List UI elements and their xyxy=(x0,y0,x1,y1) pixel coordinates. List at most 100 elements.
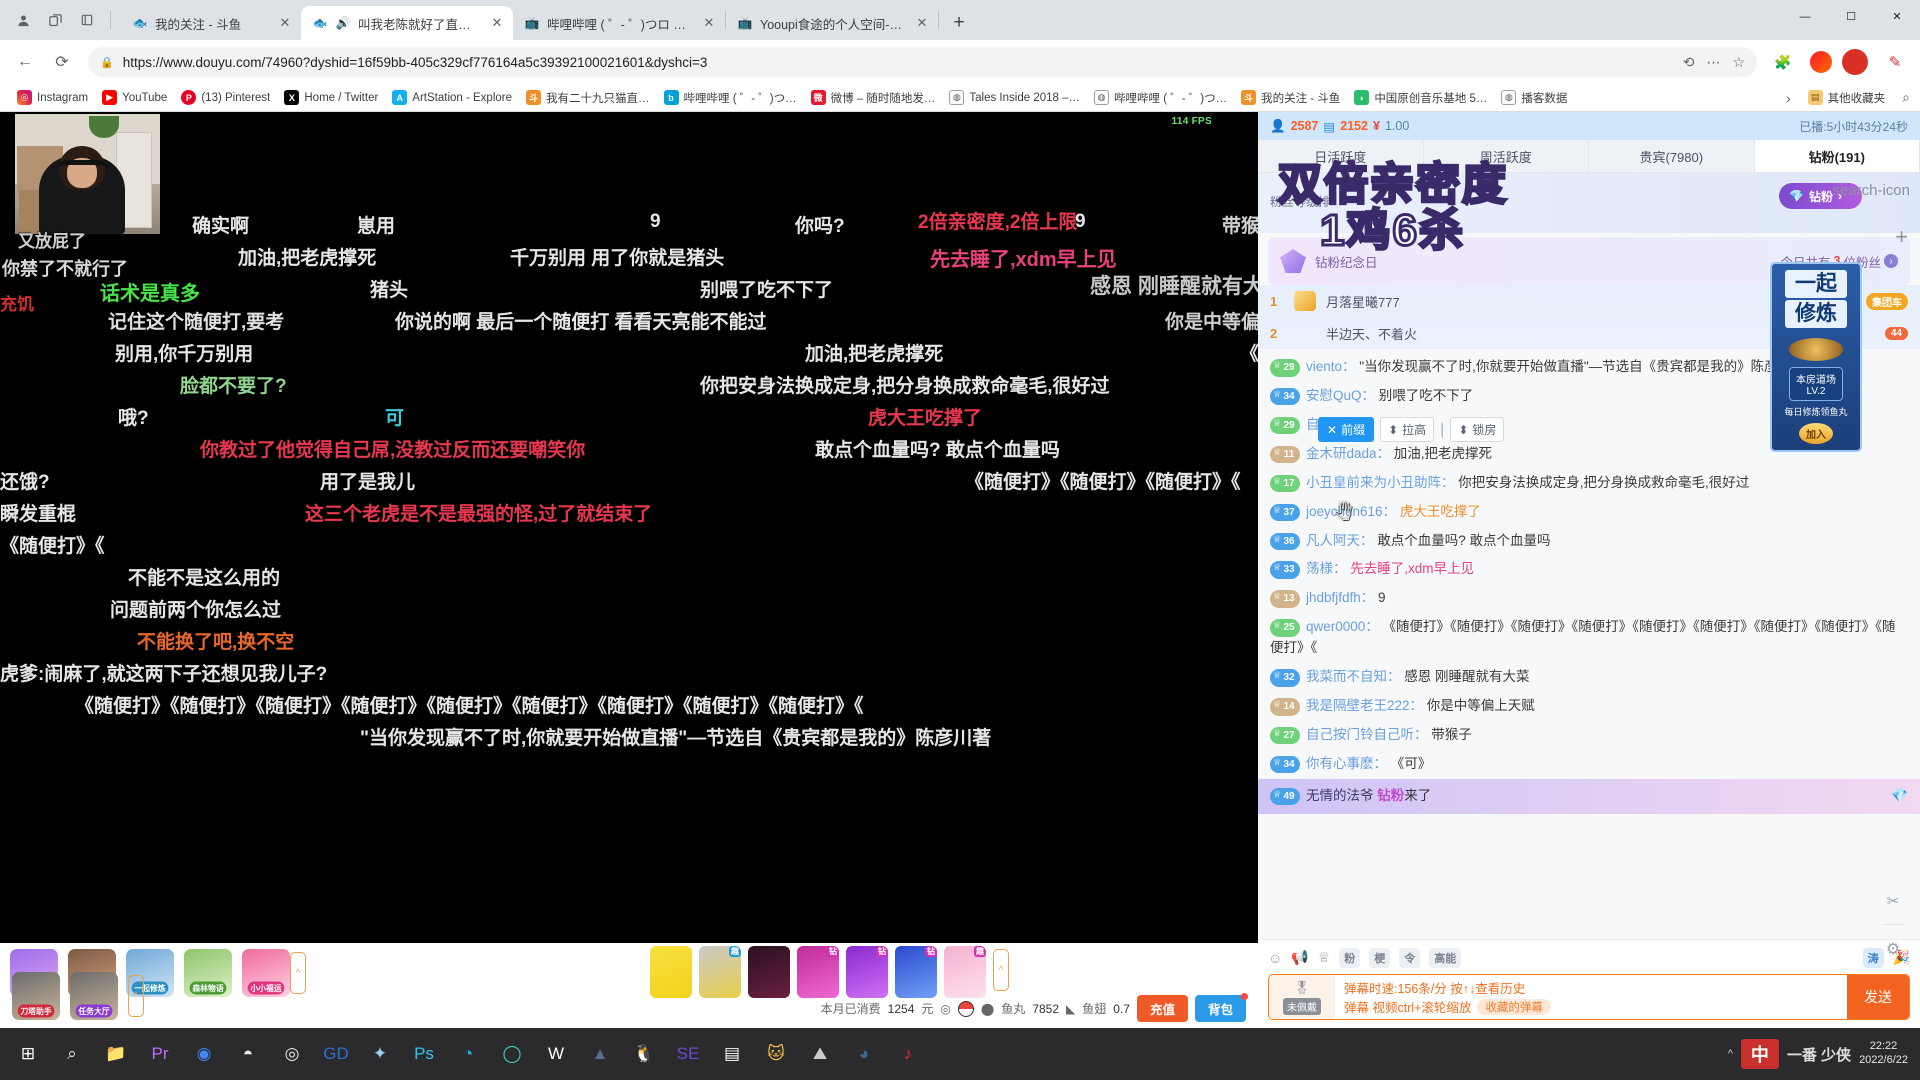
gd-app-icon[interactable]: GD xyxy=(314,1032,358,1076)
tab-3[interactable]: 📺 Yooupi食途的个人空间-Yooupi食 ✕ xyxy=(726,6,938,40)
qq-icon[interactable]: 🐧 xyxy=(622,1032,666,1076)
tab-0[interactable]: 🐟 我的关注 - 斗鱼 ✕ xyxy=(121,6,301,40)
chat-username[interactable]: 金木研dada： xyxy=(1306,446,1390,461)
translate-icon[interactable]: ⟲ xyxy=(1683,54,1695,71)
search-icon[interactable]: ⌕ xyxy=(1902,89,1910,106)
meme-chip[interactable]: 梗 xyxy=(1369,947,1391,968)
tab-close-icon[interactable]: ✕ xyxy=(914,15,930,31)
chat-input-row[interactable]: 🎖 未佩戴 弹幕时速:156条/分 按↑↓查看历史 弹幕 视频ctrl+滚轮缩放… xyxy=(1268,974,1910,1020)
wps-office-icon[interactable]: W xyxy=(534,1032,578,1076)
notepad-icon[interactable]: ▤ xyxy=(710,1032,754,1076)
gift-item[interactable]: 钻 xyxy=(895,946,937,998)
bookmark-item[interactable]: X Home / Twitter xyxy=(277,87,385,108)
close-button[interactable]: ✕ xyxy=(1874,0,1920,33)
bookmark-star-icon[interactable]: ☆ xyxy=(1732,54,1745,71)
tab-1[interactable]: 🐟 🔊 叫我老陈就好了直播_叫我老… ✕ xyxy=(301,6,513,40)
tab-close-icon[interactable]: ✕ xyxy=(489,15,505,31)
taskbar-clock[interactable]: 22:22 2022/6/22 xyxy=(1859,1040,1908,1068)
tab-close-icon[interactable]: ✕ xyxy=(701,15,717,31)
promo-card[interactable]: 一起 修炼 本房道场 LV.2 每日修炼领鱼丸 加入 xyxy=(1770,262,1862,452)
yellow-cat-icon[interactable]: 🐱 xyxy=(754,1032,798,1076)
fan-badge-selector[interactable]: 🎖 未佩戴 xyxy=(1269,975,1335,1019)
prefix-button[interactable]: ✕ 前缀 xyxy=(1318,417,1375,442)
new-tab-button[interactable]: + xyxy=(945,9,973,37)
chat-message[interactable]: 13 jhdbfjfdfh： 9 xyxy=(1258,584,1920,613)
chat-message[interactable]: 36 凡人阿天： 敢点个血量吗? 敢点个血量吗 xyxy=(1258,527,1920,556)
chat-username[interactable]: viento： xyxy=(1306,359,1356,374)
add-panel-button[interactable]: + xyxy=(1895,224,1908,250)
backpack-button[interactable]: 背包 xyxy=(1194,993,1248,1022)
tab-islands-icon[interactable] xyxy=(40,5,70,35)
page-menu-icon[interactable]: ⋯ xyxy=(1706,54,1720,71)
gift-item[interactable] xyxy=(650,946,692,998)
scissors-icon[interactable]: ✂ xyxy=(1887,892,1900,910)
gift-item[interactable] xyxy=(748,946,790,998)
gift-item[interactable]: 钻 xyxy=(846,946,888,998)
bookmark-item[interactable]: b 哔哩哔哩 ( ゜- ゜)つ… xyxy=(657,87,804,109)
tab-2[interactable]: 📺 哔哩哔哩 ( ゜- ゜)つロ 干杯~-bilib ✕ xyxy=(513,6,725,40)
sogou-explorer-icon[interactable]: SE xyxy=(666,1032,710,1076)
sidebar-toggle-icon[interactable] xyxy=(72,5,102,35)
gift-item[interactable]: 趣 xyxy=(944,946,986,998)
bookmark-item[interactable]: 斗我的关注 - 斗鱼 xyxy=(1234,87,1347,109)
chat-message[interactable]: 25qwer0000： 《随便打》《随便打》《随便打》《随便打》《随便打》《随便… xyxy=(1258,613,1920,663)
premiere-pro-icon[interactable]: Pr xyxy=(138,1032,182,1076)
mountain-app-icon[interactable]: ⛰ xyxy=(798,1032,842,1076)
chrome-icon[interactable]: ◉ xyxy=(182,1032,226,1076)
tray-widget[interactable]: 刀塔助手 xyxy=(12,972,60,1020)
tab-diamond-fans[interactable]: 钻粉(191) xyxy=(1754,140,1920,172)
raise-stepper[interactable]: ⬍ 拉高 xyxy=(1380,417,1435,442)
opera-logo-icon[interactable] xyxy=(1810,51,1832,73)
search-button-icon[interactable]: ⌕ xyxy=(50,1032,94,1076)
chat-message[interactable]: 17 小丑皇前来为小丑助阵： 你把安身法换成定身,把分身换成救命毫毛,很好过 xyxy=(1258,469,1920,498)
ime-indicator[interactable]: 中 xyxy=(1740,1039,1779,1069)
chat-username[interactable]: 凡人阿天： xyxy=(1306,533,1374,548)
start-button-icon[interactable]: ⊞ xyxy=(6,1032,50,1076)
bookmark-item[interactable]: 斗我有二十九只猫直… xyxy=(519,87,657,109)
cat-app-icon[interactable]: ▲ xyxy=(578,1032,622,1076)
extensions-icon[interactable]: 🧩 xyxy=(1766,45,1800,79)
bookmark-item[interactable]: ◗ 中国原创音乐基地 5… xyxy=(1347,87,1494,109)
back-button[interactable]: ← xyxy=(8,45,42,79)
recharge-button[interactable]: 充值 xyxy=(1136,995,1188,1022)
video-player[interactable]: 114 FPS 又放屁了 你禁了不就行了 充饥 话术是真多 确实啊 崽用 9 你吗? 2倍亲密度… xyxy=(0,112,1258,1028)
tray-chevron-icon[interactable]: ^ xyxy=(1728,1048,1733,1060)
chat-message[interactable]: 14 我是隔壁老王222： 你是中等偏上天赋 xyxy=(1258,692,1920,721)
reload-button[interactable]: ⟳ xyxy=(45,45,79,79)
tray-expand[interactable]: ^ xyxy=(128,975,144,1017)
gift-expand-left[interactable]: ^ xyxy=(290,952,306,994)
chat-username[interactable]: 我是隔壁老王222： xyxy=(1306,698,1423,713)
photoshop-icon[interactable]: Ps xyxy=(402,1032,446,1076)
steam-icon[interactable]: ◕ xyxy=(842,1032,886,1076)
chat-username[interactable]: 荡様： xyxy=(1306,561,1347,576)
chat-message[interactable]: 27 自己按门铃自己听： 带猴子 xyxy=(1258,721,1920,750)
profile-icon[interactable] xyxy=(8,5,38,35)
lock-stepper[interactable]: ⬍ 锁房 xyxy=(1450,417,1505,442)
screen-capture-icon[interactable]: ◎ xyxy=(270,1032,314,1076)
unknown-blue-icon[interactable]: ✦ xyxy=(358,1032,402,1076)
chat-username[interactable]: 小丑皇前来为小丑助阵： xyxy=(1306,475,1455,490)
gift-expand-right[interactable]: ^ xyxy=(993,949,1009,991)
audio-playing-icon[interactable]: 🔊 xyxy=(335,15,351,31)
bookmark-item[interactable]: 微微博 – 随时随地发… xyxy=(804,87,943,109)
chat-username[interactable]: 自己按门铃自己听： xyxy=(1306,727,1428,742)
chat-username[interactable]: 安慰QuQ： xyxy=(1306,388,1375,403)
address-bar[interactable]: 🔒 https://www.douyu.com/74960?dyshid=16f… xyxy=(88,47,1757,77)
tab-vip[interactable]: 贵宾(7980) xyxy=(1589,140,1755,172)
minimize-button[interactable]: — xyxy=(1782,0,1828,33)
megaphone-icon[interactable]: 📢 xyxy=(1291,949,1308,966)
close-icon[interactable]: ✕ xyxy=(1327,423,1337,437)
saved-danmaku-chip[interactable]: 收藏的弹幕 xyxy=(1477,998,1551,1015)
pokeball-icon[interactable] xyxy=(957,1000,974,1017)
obs-studio-icon[interactable]: ◓ xyxy=(226,1032,270,1076)
gift-item[interactable]: 钻 xyxy=(797,946,839,998)
bookmark-item[interactable]: ◎ Instagram xyxy=(10,87,95,108)
chat-message[interactable]: 33 荡様： 先去睡了,xdm早上见 xyxy=(1258,555,1920,584)
teamspeak-icon[interactable]: ◯ xyxy=(490,1032,534,1076)
emoji-icon[interactable]: ☺ xyxy=(1268,950,1282,966)
noble-icon[interactable]: ♕ xyxy=(1318,949,1331,966)
bookmark-item[interactable]: ◍ 哔哩哔哩 ( ゜- ゜)つ… xyxy=(1087,87,1234,109)
avatar[interactable] xyxy=(1842,49,1868,75)
file-explorer-icon[interactable]: 📁 xyxy=(94,1032,138,1076)
other-bookmarks-folder[interactable]: ▤ 其他收藏夹 xyxy=(1801,87,1893,109)
